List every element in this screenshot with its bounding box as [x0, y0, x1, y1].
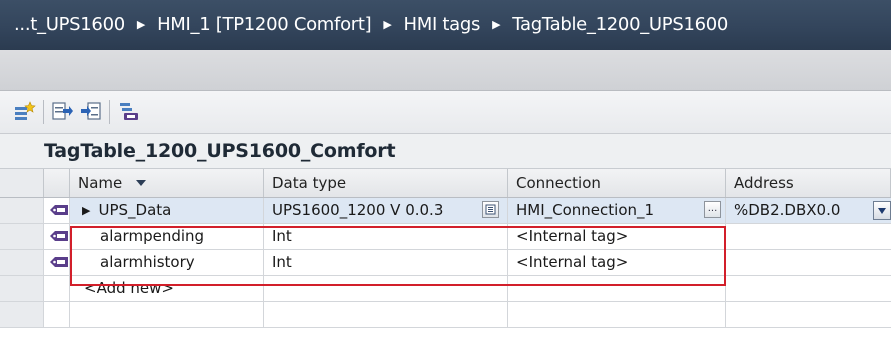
data-type-cell[interactable]: UPS1600_1200 V 0.0.3 — [264, 198, 508, 223]
column-header-address[interactable]: Address — [726, 169, 891, 197]
hmi-tag-icon — [50, 257, 68, 267]
expand-arrow-icon[interactable]: ▶ — [82, 198, 90, 223]
breadcrumb-item-hmi-tags[interactable]: HMI tags — [404, 14, 481, 35]
export-icon[interactable] — [52, 101, 74, 121]
connection-browse-button[interactable]: ... — [704, 201, 721, 218]
breadcrumb-separator-icon: ▶ — [492, 18, 501, 31]
breadcrumb-separator-icon: ▶ — [383, 18, 392, 31]
hmi-tag-icon — [50, 231, 68, 241]
row-header — [0, 302, 44, 327]
tag-name-cell[interactable]: ▶ UPS_Data — [70, 198, 264, 223]
add-new-tag-cell[interactable]: <Add new> — [70, 276, 264, 301]
data-type-browse-icon[interactable] — [482, 201, 499, 218]
sort-descending-icon — [136, 180, 147, 186]
breadcrumb-separator-icon: ▶ — [136, 18, 146, 31]
add-tag-icon[interactable] — [14, 101, 36, 121]
column-header-connection[interactable]: Connection — [508, 169, 726, 197]
icon-cell — [44, 276, 70, 301]
tag-name-cell[interactable]: alarmpending — [70, 224, 264, 249]
tag-table-grid: Name Data type Connection Address ▶ UPS_D… — [0, 169, 891, 328]
column-header-name-label: Name — [78, 174, 123, 192]
breadcrumb-item-hmi-device[interactable]: HMI_1 [TP1200 Comfort] — [157, 14, 372, 35]
hmi-tag-icon — [50, 205, 68, 215]
empty-cell — [264, 302, 508, 327]
table-header-row: Name Data type Connection Address — [0, 169, 891, 198]
table-row[interactable]: alarmpending Int <Internal tag> — [0, 224, 891, 250]
connection-cell[interactable]: <Internal tag> — [508, 224, 726, 249]
empty-cell — [70, 302, 264, 327]
empty-cell — [726, 276, 891, 301]
address-cell[interactable]: %DB2.DBX0.0 — [726, 198, 891, 223]
table-row[interactable]: alarmhistory Int <Internal tag> — [0, 250, 891, 276]
import-icon[interactable] — [80, 101, 102, 121]
tag-name: UPS_Data — [98, 201, 172, 219]
address-cell[interactable] — [726, 250, 891, 275]
connection-cell[interactable]: HMI_Connection_1 ... — [508, 198, 726, 223]
data-type-cell[interactable]: Int — [264, 224, 508, 249]
editor-header-bar — [0, 50, 891, 91]
row-header — [0, 224, 44, 249]
address-cell[interactable] — [726, 224, 891, 249]
empty-cell — [264, 276, 508, 301]
icon-cell — [44, 302, 70, 327]
add-new-row[interactable]: <Add new> — [0, 276, 891, 302]
column-header-data-type[interactable]: Data type — [264, 169, 508, 197]
table-row[interactable]: ▶ UPS_Data UPS1600_1200 V 0.0.3 HMI_Conne… — [0, 198, 891, 224]
icon-column-header — [44, 169, 70, 197]
toolbar-separator — [109, 100, 110, 124]
row-header — [0, 276, 44, 301]
empty-cell — [508, 302, 726, 327]
tag-table-title-bar: TagTable_1200_UPS1600_Comfort — [0, 134, 891, 169]
column-header-name[interactable]: Name — [70, 169, 264, 197]
empty-cell — [726, 302, 891, 327]
toolbar — [0, 91, 891, 134]
connection-cell[interactable]: <Internal tag> — [508, 250, 726, 275]
address-value: %DB2.DBX0.0 — [734, 201, 841, 219]
tag-settings-icon[interactable] — [118, 101, 140, 121]
empty-cell — [508, 276, 726, 301]
data-type-cell[interactable]: Int — [264, 250, 508, 275]
breadcrumb: ...t_UPS1600 ▶ HMI_1 [TP1200 Comfort] ▶ HMI … — [0, 0, 891, 50]
tag-name-cell[interactable]: alarmhistory — [70, 250, 264, 275]
breadcrumb-item-tag-table[interactable]: TagTable_1200_UPS1600 — [512, 14, 728, 35]
row-header-corner — [0, 169, 44, 197]
empty-row — [0, 302, 891, 328]
address-dropdown-icon[interactable] — [873, 201, 891, 220]
breadcrumb-item-project[interactable]: ...t_UPS1600 — [14, 14, 125, 35]
data-type-value: UPS1600_1200 V 0.0.3 — [272, 201, 444, 219]
connection-value: HMI_Connection_1 — [516, 201, 655, 219]
tag-table-title: TagTable_1200_UPS1600_Comfort — [44, 140, 396, 162]
toolbar-separator — [43, 100, 44, 124]
row-header — [0, 198, 44, 223]
row-header — [0, 250, 44, 275]
